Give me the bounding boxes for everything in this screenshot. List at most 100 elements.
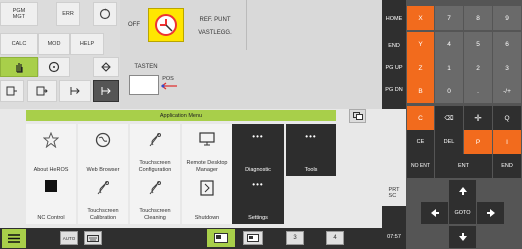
- key-y[interactable]: Y: [407, 32, 434, 56]
- handwheel-mode-button[interactable]: [38, 57, 70, 77]
- tile-label: Tools: [304, 166, 318, 173]
- arrow-left-icon: [430, 209, 439, 217]
- ce-key[interactable]: CE: [407, 130, 434, 154]
- tile-label: Shutdown: [194, 214, 220, 221]
- key-b[interactable]: B: [407, 79, 434, 103]
- desktop-1-button[interactable]: [207, 229, 235, 247]
- key-q[interactable]: Q: [493, 106, 521, 130]
- desktop-icon: [214, 233, 228, 243]
- key-1[interactable]: 1: [435, 56, 463, 80]
- key-decimal[interactable]: .: [464, 79, 492, 103]
- desktop-icon: [247, 234, 259, 242]
- desktop-2-button[interactable]: [243, 231, 263, 245]
- key-p[interactable]: P: [464, 130, 492, 154]
- touch-icon: [97, 181, 109, 195]
- err-button[interactable]: ERR: [56, 2, 80, 26]
- key-c[interactable]: C: [407, 106, 434, 130]
- desktop-4-button[interactable]: 4: [326, 231, 344, 245]
- ref-point-icon-box: [148, 8, 184, 42]
- window-toggle-button[interactable]: [349, 109, 366, 123]
- tile-label: Settings: [248, 214, 268, 221]
- tile-label: Web Browser: [86, 166, 120, 173]
- key-sign[interactable]: -/+: [493, 79, 521, 103]
- auto-button[interactable]: AUTO: [60, 231, 78, 245]
- key-4[interactable]: 4: [435, 32, 463, 56]
- key-7[interactable]: 7: [435, 6, 463, 30]
- nc-control-tile[interactable]: NC Control: [26, 176, 76, 224]
- key-3[interactable]: 3: [493, 56, 521, 80]
- help-button[interactable]: HELP: [70, 33, 104, 55]
- about-heros-tile[interactable]: About HeROS: [26, 124, 76, 176]
- diagnostic-tile[interactable]: ••• Diagnostic: [232, 124, 284, 176]
- key-8[interactable]: 8: [464, 6, 492, 30]
- ent-key[interactable]: ENT: [435, 154, 492, 178]
- arrow-up-key[interactable]: [449, 180, 476, 202]
- mod-button[interactable]: MOD: [38, 33, 70, 55]
- no-ent-key[interactable]: NO ENT: [407, 154, 434, 178]
- pgm-mgt-button[interactable]: PGM MGT: [0, 2, 38, 26]
- pos-arrow-icon: [160, 82, 177, 90]
- end-key[interactable]: END: [382, 34, 406, 58]
- key-2[interactable]: 2: [464, 56, 492, 80]
- arrow-right-icon: [486, 209, 495, 217]
- settings-tile[interactable]: ••• Settings: [232, 176, 284, 224]
- key-6[interactable]: 6: [493, 32, 521, 56]
- end-block-key[interactable]: END: [493, 154, 521, 178]
- off-label: OFF: [128, 22, 140, 28]
- arrow-down-key[interactable]: [449, 226, 476, 248]
- handwheel-icon: [48, 61, 60, 73]
- goto-key[interactable]: GOTO: [449, 202, 476, 224]
- del-key[interactable]: DEL: [435, 130, 463, 154]
- manual-mode-button[interactable]: [0, 57, 38, 77]
- arrow-right-key[interactable]: [477, 202, 504, 224]
- program-run-single-button[interactable]: [0, 80, 24, 102]
- windows-icon: [352, 112, 363, 120]
- main-menu-button[interactable]: [2, 229, 26, 248]
- desktop-3-button[interactable]: 3: [286, 231, 304, 245]
- key-x[interactable]: X: [407, 6, 434, 30]
- home-key[interactable]: HOME: [382, 7, 406, 31]
- square-icon: [45, 180, 57, 192]
- full-sequence-icon: [36, 86, 48, 96]
- arrow-left-key[interactable]: [421, 202, 448, 224]
- mdi-mode-button[interactable]: [93, 57, 119, 77]
- tools-tile[interactable]: ••• Tools: [286, 124, 336, 176]
- program-run-full-button[interactable]: [27, 80, 57, 102]
- single-block-icon: [6, 86, 17, 96]
- web-browser-tile[interactable]: Web Browser: [78, 124, 128, 176]
- pgup-key[interactable]: PG UP: [382, 56, 406, 80]
- dots-icon: •••: [252, 132, 264, 141]
- dots-icon: •••: [252, 180, 264, 189]
- tile-label: About HeROS: [33, 166, 69, 173]
- reference-point-icon: [155, 14, 177, 36]
- active-mode-button[interactable]: [93, 80, 119, 102]
- calc-button[interactable]: CALC: [0, 33, 38, 55]
- actual-position-key[interactable]: ✛: [464, 106, 492, 130]
- key-0[interactable]: 0: [435, 79, 463, 103]
- globe-icon: [95, 132, 111, 148]
- touchscreen-calibration-tile[interactable]: Touchscreen Calibration: [78, 176, 128, 224]
- pgdn-key[interactable]: PG DN: [382, 78, 406, 102]
- remote-desktop-manager-tile[interactable]: Remote Desktop Manager: [182, 124, 232, 176]
- touchscreen-configuration-tile[interactable]: Touchscreen Configuration: [130, 124, 180, 176]
- key-z[interactable]: Z: [407, 56, 434, 80]
- test-run-icon: [101, 87, 111, 95]
- touchscreen-cleaning-tile[interactable]: Touchscreen Cleaning: [130, 176, 180, 224]
- key-i[interactable]: I: [493, 130, 521, 154]
- backspace-key[interactable]: ⌫: [435, 106, 463, 130]
- key-5[interactable]: 5: [464, 32, 492, 56]
- reset-icon: [99, 8, 111, 20]
- key-9[interactable]: 9: [493, 6, 521, 30]
- program-edit-button[interactable]: [59, 80, 91, 102]
- keyboard-button[interactable]: [84, 231, 102, 245]
- edit-arrow-icon: [70, 87, 80, 95]
- monitor-icon: [199, 132, 215, 146]
- reset-circle-button[interactable]: [93, 2, 117, 26]
- touch-icon: [149, 133, 161, 147]
- prt-sc-key[interactable]: PRT SC: [382, 180, 406, 206]
- status-divider: [246, 0, 247, 50]
- shutdown-tile[interactable]: Shutdown: [182, 176, 232, 224]
- application-menu-header: Application Menu: [26, 110, 336, 121]
- hamburger-icon: [8, 234, 20, 243]
- touch-icon: [149, 181, 161, 195]
